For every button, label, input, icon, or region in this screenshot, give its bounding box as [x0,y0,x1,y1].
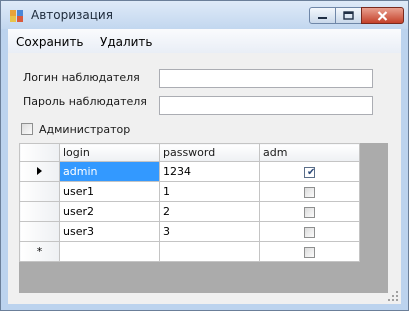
cell-login[interactable]: user3 [59,221,160,242]
minimize-icon [318,16,327,19]
checkbox-unchecked-icon[interactable] [304,246,315,258]
resize-grip-icon[interactable] [388,291,398,301]
checkbox-checked-icon[interactable]: ✔ [304,166,315,178]
minimize-button[interactable] [309,7,336,24]
cell-password[interactable]: 2 [159,201,260,222]
checkbox-unchecked-icon[interactable] [304,226,315,238]
checkbox-unchecked-icon[interactable] [304,186,315,198]
new-row[interactable]: * [19,241,360,262]
close-button[interactable] [361,7,404,24]
column-header-login[interactable]: login [59,143,160,162]
row-header[interactable] [19,221,60,242]
users-grid[interactable]: login password adm admin 1234 ✔ user1 1 [19,143,388,293]
login-input[interactable] [159,69,373,88]
close-icon [377,10,388,21]
form-client-area: Сохранить Удалить Логин наблюдателя Паро… [8,29,401,304]
table-row[interactable]: user2 2 [19,201,360,222]
cell-adm[interactable] [259,201,360,222]
window-title: Авторизация [31,8,113,22]
menu-bar: Сохранить Удалить [8,29,401,53]
new-row-header[interactable]: * [19,241,60,262]
checkbox-unchecked-icon[interactable] [304,206,315,218]
password-input[interactable] [159,96,373,115]
grid-header-row: login password adm [19,143,360,162]
password-label: Пароль наблюдателя [23,95,147,108]
login-label: Логин наблюдателя [23,71,140,84]
column-header-password[interactable]: password [159,143,260,162]
cell-login[interactable]: admin [59,161,160,182]
table-row[interactable]: user3 3 [19,221,360,242]
grid-corner-header[interactable] [19,143,60,162]
maximize-icon [343,11,354,20]
title-bar[interactable]: Авторизация [1,1,408,29]
maximize-button[interactable] [335,7,362,24]
row-header[interactable] [19,161,60,182]
cell-password[interactable]: 1234 [159,161,260,182]
cell-password[interactable]: 1 [159,181,260,202]
new-row-star-icon: * [36,245,43,258]
menu-save[interactable]: Сохранить [16,35,84,49]
cell-adm[interactable] [259,181,360,202]
cell-login[interactable]: user1 [59,181,160,202]
row-header[interactable] [19,201,60,222]
menu-delete[interactable]: Удалить [100,35,153,49]
table-row[interactable]: user1 1 [19,181,360,202]
cell-adm[interactable]: ✔ [259,161,360,182]
cell-adm[interactable] [259,221,360,242]
row-pointer-icon [37,167,42,175]
cell-login[interactable] [59,241,160,262]
users-table: login password adm admin 1234 ✔ user1 1 [19,143,360,262]
cell-password[interactable] [159,241,260,262]
row-header[interactable] [19,181,60,202]
table-row[interactable]: admin 1234 ✔ [19,161,360,182]
cell-adm[interactable] [259,241,360,262]
auth-window: Авторизация Сохранить Удалить Логин набл… [0,0,409,311]
column-header-adm[interactable]: adm [259,143,360,162]
app-form-icon [10,10,24,22]
cell-password[interactable]: 3 [159,221,260,242]
admin-checkbox[interactable] [21,123,33,135]
cell-login[interactable]: user2 [59,201,160,222]
admin-checkbox-label[interactable]: Администратор [39,123,130,136]
